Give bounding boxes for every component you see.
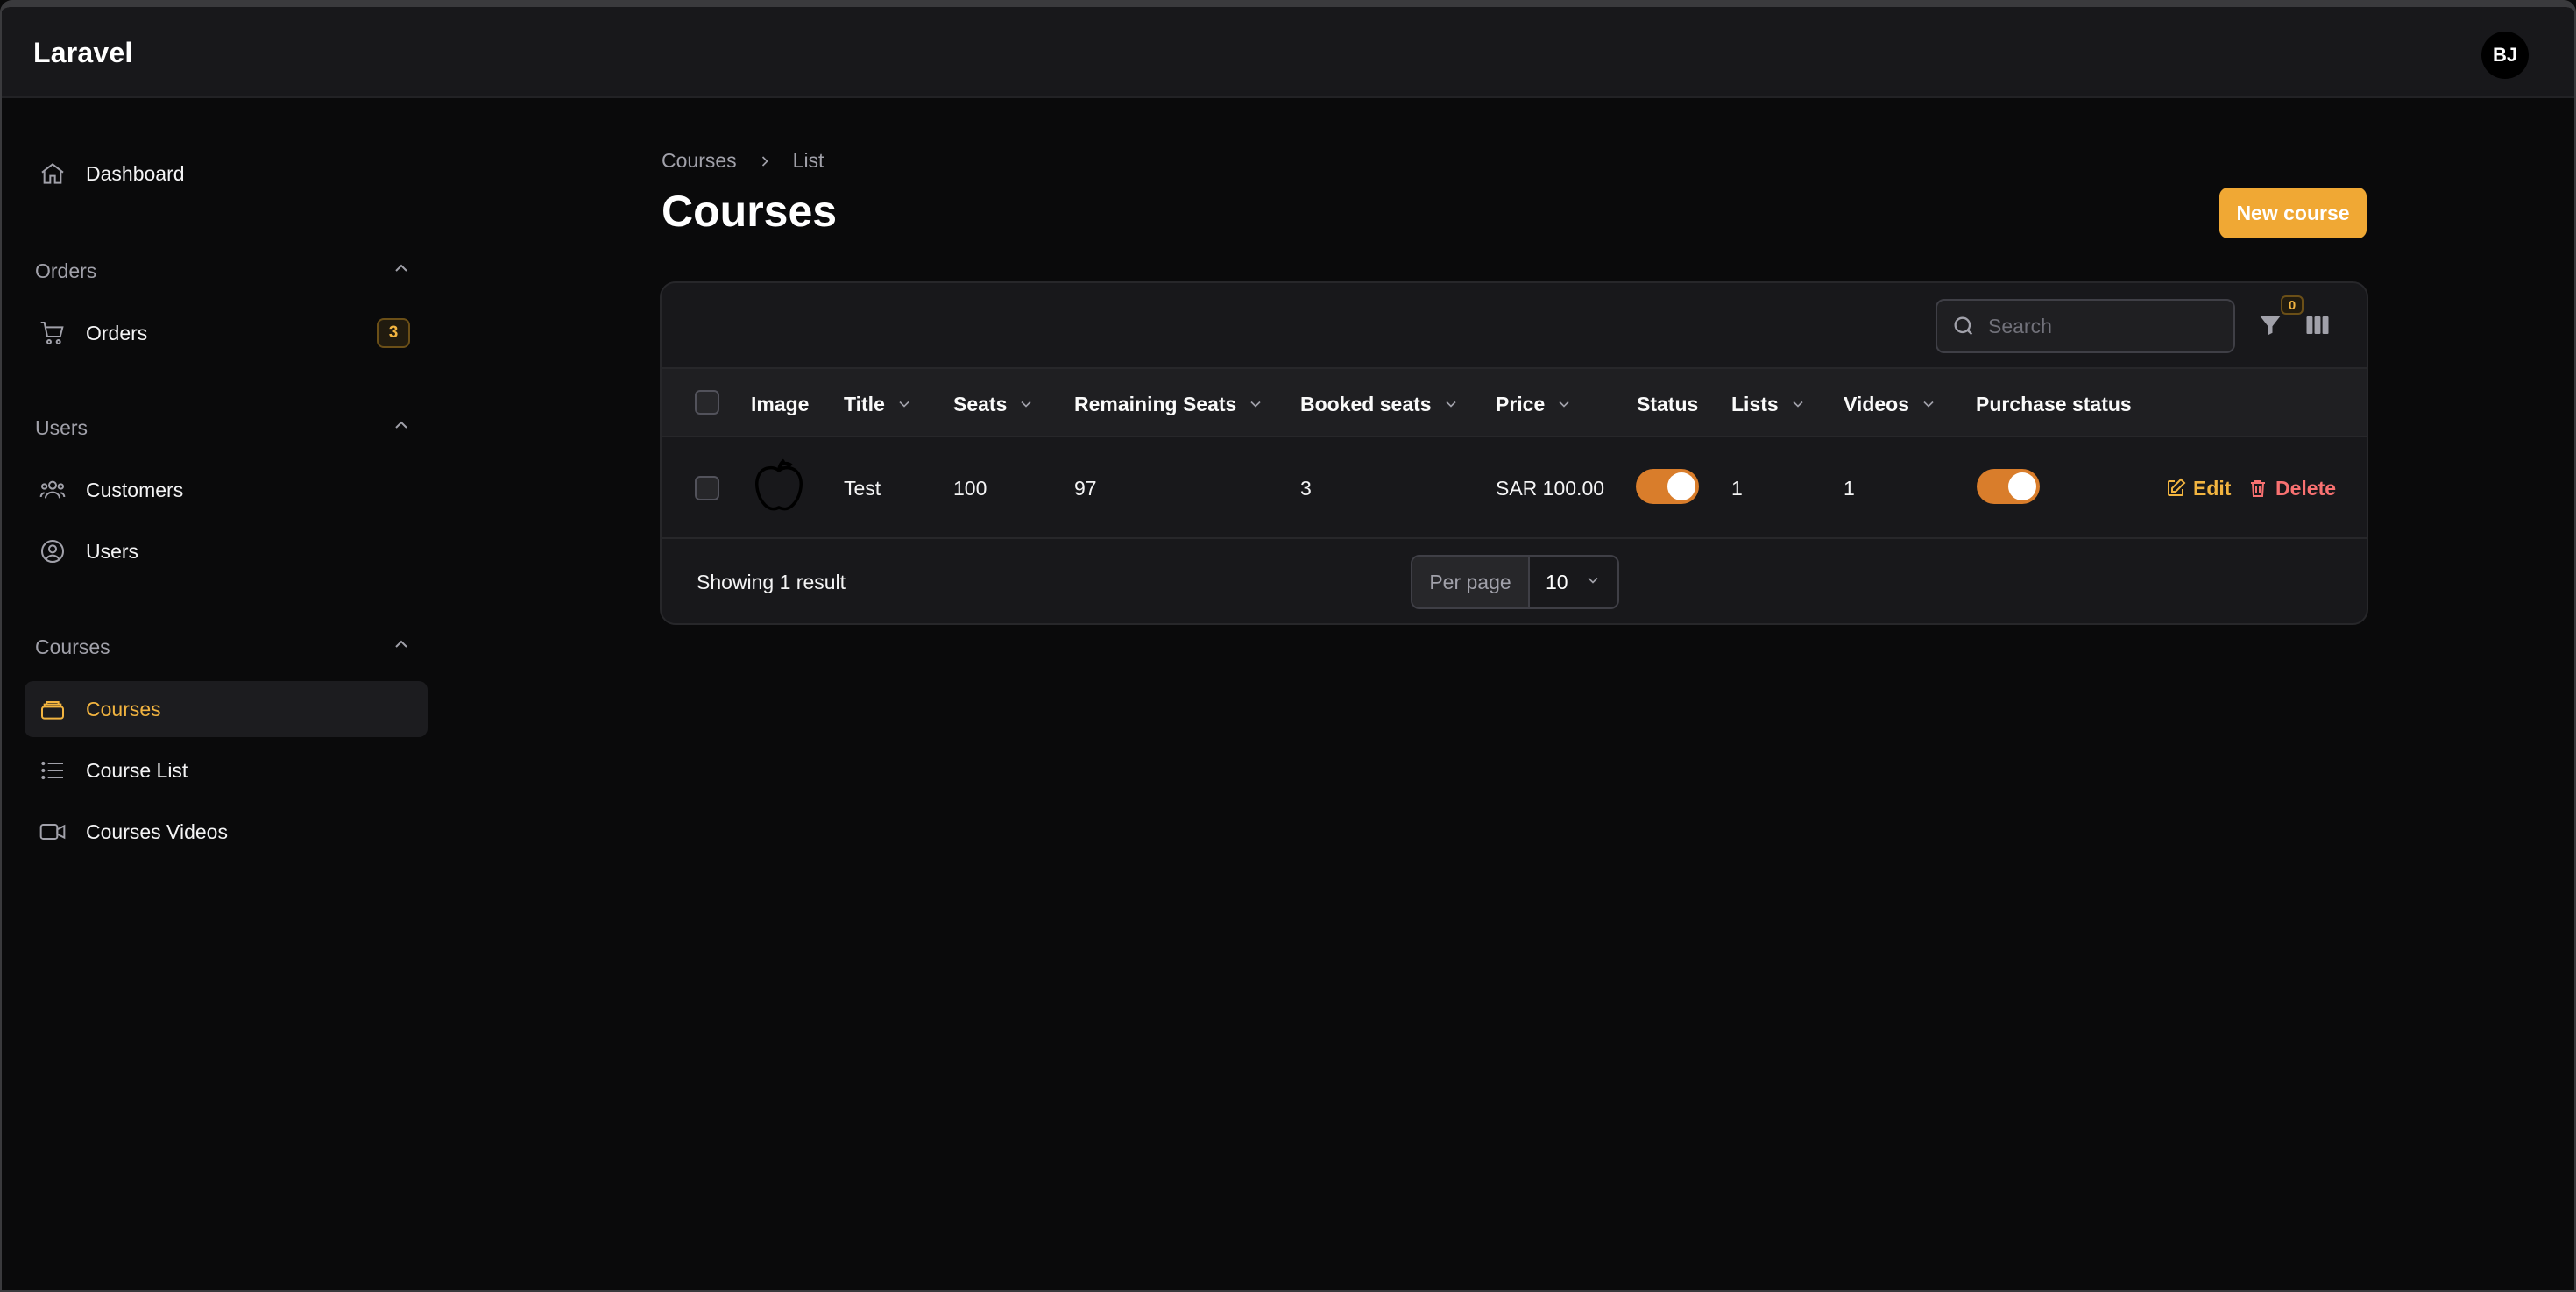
select-all-checkbox[interactable] [695, 390, 719, 415]
purchase-status-toggle[interactable] [1977, 469, 2040, 504]
toggle-columns-button[interactable] [2300, 309, 2335, 344]
column-header-videos[interactable]: Videos [1844, 369, 1937, 439]
orders-count-badge: 3 [377, 318, 410, 348]
sidebar-item-label: Course List [86, 758, 188, 782]
new-course-button[interactable]: New course [2219, 188, 2367, 238]
cell-lists: 1 [1731, 476, 1743, 500]
chevron-down-icon [1789, 395, 1807, 413]
page-title: Courses [662, 187, 838, 236]
edit-label: Edit [2193, 476, 2232, 500]
funnel-icon [2257, 312, 2283, 343]
column-header-seats[interactable]: Seats [953, 369, 1035, 439]
sidebar-item-label: Users [86, 539, 139, 563]
sidebar-item-dashboard[interactable]: Dashboard [25, 146, 428, 202]
top-bar: Laravel BJ [2, 7, 2574, 98]
per-page-number: 10 [1546, 570, 1568, 593]
chevron-down-icon [1017, 395, 1035, 413]
chevron-up-icon[interactable] [391, 258, 412, 284]
result-count: Showing 1 result [697, 570, 846, 593]
delete-label: Delete [2275, 476, 2337, 500]
columns-icon [2304, 312, 2332, 343]
group-label: Courses [35, 635, 110, 658]
filter-button[interactable] [2253, 309, 2288, 344]
sidebar-item-label: Dashboard [86, 161, 185, 185]
sidebar-item-users[interactable]: Users [25, 523, 428, 579]
chevron-down-icon [895, 395, 913, 413]
sidebar: Dashboard Orders Orders 3 Users Customer… [2, 98, 440, 1290]
column-header-remaining-seats[interactable]: Remaining Seats [1074, 369, 1264, 439]
cell-price: SAR 100.00 [1496, 476, 1605, 500]
list-icon [35, 753, 70, 788]
edit-icon [2165, 478, 2186, 499]
breadcrumb-current: List [792, 149, 824, 172]
edit-button[interactable]: Edit [2165, 437, 2231, 539]
column-header-image: Image [751, 392, 810, 415]
shopping-cart-icon [35, 316, 70, 351]
group-label: Orders [35, 259, 97, 282]
table-row: Test 100 97 3 SAR 100.00 1 1 Edit Delete [662, 437, 2367, 539]
user-avatar[interactable]: BJ [2481, 32, 2529, 79]
cell-remaining-seats: 97 [1074, 476, 1097, 500]
user-circle-icon [35, 534, 70, 569]
brand-logo[interactable]: Laravel [33, 37, 132, 69]
cell-title: Test [844, 476, 881, 500]
column-header-purchase-status: Purchase status [1976, 392, 2132, 415]
stack-icon [35, 692, 70, 727]
sidebar-group-courses[interactable]: Courses [35, 629, 412, 664]
sidebar-item-course-list[interactable]: Course List [25, 742, 428, 799]
chevron-down-icon [1247, 395, 1264, 413]
sidebar-item-label: Orders [86, 321, 148, 344]
per-page-value[interactable]: 10 [1530, 557, 1617, 607]
chevron-down-icon [1555, 395, 1573, 413]
cell-booked-seats: 3 [1300, 476, 1312, 500]
chevron-down-icon [1920, 395, 1937, 413]
per-page-select[interactable]: Per page 10 [1411, 555, 1619, 609]
search-input[interactable] [1988, 314, 2225, 338]
column-header-booked-seats[interactable]: Booked seats [1300, 369, 1460, 439]
home-icon [35, 156, 70, 191]
table-header: Image Title Seats Remaining Seats Booked… [662, 367, 2367, 437]
column-header-title[interactable]: Title [844, 369, 913, 439]
toggle-knob [1667, 472, 1695, 500]
status-toggle[interactable] [1636, 469, 1699, 504]
sidebar-item-label: Courses Videos [86, 820, 228, 843]
sidebar-item-customers[interactable]: Customers [25, 462, 428, 518]
cell-seats: 100 [953, 476, 987, 500]
sidebar-group-users[interactable]: Users [35, 410, 412, 445]
apple-icon [751, 457, 807, 520]
row-checkbox[interactable] [695, 476, 719, 500]
breadcrumb: Courses List [662, 149, 824, 173]
courses-table-card: 0 Image Title Seats Remaining Seats Book… [660, 281, 2368, 625]
trash-icon [2247, 478, 2268, 499]
video-camera-icon [35, 814, 70, 849]
search-field[interactable] [1936, 299, 2235, 353]
chevron-up-icon[interactable] [391, 415, 412, 441]
chevron-down-icon [1584, 571, 1602, 594]
per-page-label: Per page [1412, 557, 1530, 607]
course-image [751, 437, 807, 539]
breadcrumb-courses-link[interactable]: Courses [662, 149, 737, 173]
sidebar-item-courses[interactable]: Courses [25, 681, 428, 737]
column-header-status: Status [1637, 392, 1699, 415]
toggle-knob [2008, 472, 2036, 500]
group-label: Users [35, 415, 88, 439]
table-footer: Showing 1 result Per page 10 [662, 539, 2367, 623]
column-header-price[interactable]: Price [1496, 369, 1573, 439]
users-group-icon [35, 472, 70, 508]
sidebar-item-label: Courses [86, 697, 161, 721]
cell-videos: 1 [1844, 476, 1855, 500]
chevron-right-icon [756, 153, 774, 170]
chevron-up-icon[interactable] [391, 634, 412, 660]
sidebar-item-orders[interactable]: Orders 3 [25, 305, 428, 361]
sidebar-group-orders[interactable]: Orders [35, 253, 412, 288]
sidebar-item-courses-videos[interactable]: Courses Videos [25, 804, 428, 860]
column-header-lists[interactable]: Lists [1731, 369, 1807, 439]
sidebar-item-label: Customers [86, 478, 184, 501]
delete-button[interactable]: Delete [2247, 437, 2336, 539]
app-window: Laravel BJ Dashboard Orders Orders 3 Use… [0, 0, 2576, 1292]
chevron-down-icon [1442, 395, 1460, 413]
search-icon [1951, 314, 1976, 338]
